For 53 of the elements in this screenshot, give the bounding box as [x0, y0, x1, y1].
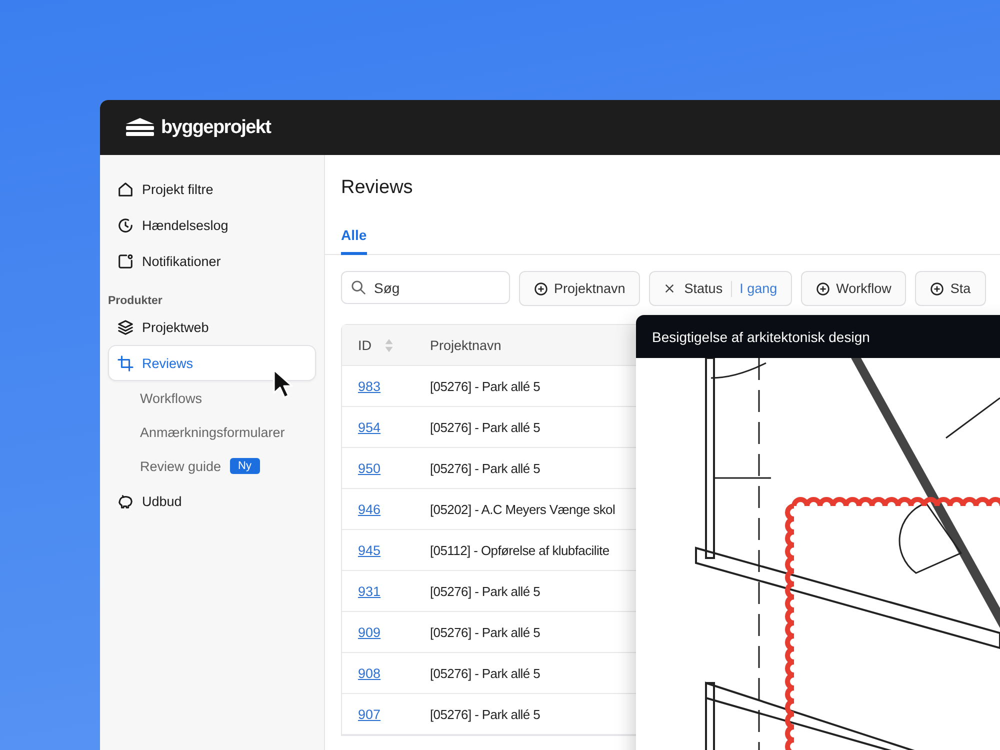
home-icon — [117, 180, 134, 198]
id-link[interactable]: 950 — [358, 460, 381, 476]
table-cell: [05276] - Park allé 5 — [430, 420, 540, 434]
table-cell: [05202] - A.C Meyers Vænge skol — [430, 502, 616, 516]
clock-icon — [117, 216, 134, 234]
table-cell: [05112] - Opførelse af klubfacilite — [430, 542, 610, 558]
filter-button[interactable]: Projektnavn — [519, 271, 640, 306]
notification-icon — [117, 252, 134, 270]
table-cell: [05276] - Park allé 5 — [430, 624, 540, 640]
table-cell: [05276] - Park allé 5 — [430, 706, 540, 722]
page-title: Reviews — [341, 177, 414, 200]
tab[interactable]: Alle — [341, 219, 367, 255]
plus-circle-icon — [816, 282, 830, 296]
sidebar-subitem[interactable]: Anmærkningsformularer — [108, 415, 316, 449]
column-header[interactable]: ID — [342, 338, 430, 352]
id-link[interactable]: 909 — [358, 624, 381, 640]
plus-circle-icon — [930, 282, 944, 296]
id-link[interactable]: 907 — [358, 706, 381, 722]
id-link[interactable]: 908 — [358, 666, 381, 680]
id-link[interactable]: 954 — [358, 420, 381, 434]
close-icon[interactable] — [664, 283, 676, 294]
id-link[interactable]: 945 — [358, 542, 381, 558]
id-link[interactable]: 946 — [358, 502, 381, 516]
search-icon — [351, 280, 366, 295]
logo-icon — [125, 116, 155, 138]
search-field[interactable]: Søg — [341, 271, 510, 304]
id-link[interactable]: 983 — [358, 378, 381, 394]
sidebar-item[interactable]: Udbud — [108, 483, 316, 519]
plus-circle-icon — [534, 282, 548, 296]
crop-icon — [117, 354, 134, 372]
table-cell: [05276] - Park allé 5 — [430, 378, 540, 394]
new-badge: Ny — [230, 458, 260, 474]
brand-name: byggeprojekt — [161, 116, 271, 138]
filter-button[interactable]: Sta — [915, 271, 986, 306]
filter-label: Status — [684, 281, 723, 296]
sidebar-item[interactable]: Notifikationer — [108, 243, 316, 279]
column-header[interactable]: Projektnavn — [430, 338, 502, 352]
sidebar-item[interactable]: Projektweb — [108, 309, 316, 345]
layers-icon — [117, 318, 134, 336]
id-link[interactable]: 931 — [358, 584, 381, 598]
table-cell: [05276] - Park allé 5 — [430, 460, 540, 476]
preview-title: Besigtigelse af arkitektonisk design — [636, 315, 1000, 358]
table-cell: [05276] - Park allé 5 — [430, 584, 540, 598]
filter-button[interactable]: Workflow — [801, 271, 906, 306]
sidebar-item[interactable]: Projekt filtre — [108, 171, 316, 207]
sidebar-item[interactable]: Hændelseslog — [108, 207, 316, 243]
section-label: Produkter — [108, 295, 164, 307]
sidebar-item[interactable]: Reviews — [108, 345, 316, 381]
filter-value: I gang — [740, 281, 778, 296]
sidebar-subitem[interactable]: Review guide Ny — [108, 449, 316, 483]
table-cell: [05276] - Park allé 5 — [430, 666, 540, 680]
piggy-bank-icon — [117, 492, 134, 510]
sidebar-subitem[interactable]: Workflows — [108, 381, 316, 415]
